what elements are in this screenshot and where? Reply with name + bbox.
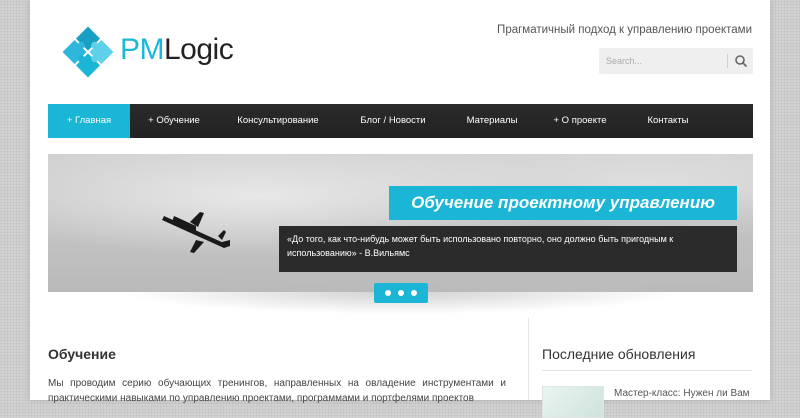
hero-slider[interactable]: Обучение проектному управлению «До того,… — [48, 154, 753, 292]
slider-dot-1[interactable] — [385, 290, 391, 296]
sidebar-item-link[interactable]: Мастер-класс: Нужен ли Вам — [614, 388, 750, 399]
search-box — [599, 48, 753, 74]
logo-text: PMLogic — [120, 32, 234, 68]
sidebar-title-updates: Последние обновления — [542, 346, 696, 362]
nav-item-consulting[interactable]: Консультирование — [218, 104, 338, 138]
slider-dot-2[interactable] — [398, 290, 404, 296]
logo-text-logic: Logic — [164, 33, 234, 66]
site-container: PMLogic Прагматичный подход к управлению… — [30, 0, 770, 418]
search-icon[interactable] — [731, 51, 751, 71]
search-divider — [727, 54, 728, 68]
nav-item-blog[interactable]: Блог / Новости — [338, 104, 448, 138]
main-nav: + Главная + Обучение Консультирование Бл… — [48, 104, 753, 138]
nav-item-about[interactable]: + О проекте — [536, 104, 624, 138]
airplane-image — [162, 212, 230, 253]
nav-item-training[interactable]: + Обучение — [130, 104, 218, 138]
puzzle-logo-icon — [62, 26, 114, 78]
sidebar-item-thumbnail[interactable] — [542, 386, 604, 418]
column-divider — [528, 318, 529, 400]
nav-item-contacts[interactable]: Контакты — [624, 104, 712, 138]
slider-pagination — [374, 283, 428, 303]
slide-title: Обучение проектному управлению — [389, 186, 737, 220]
sidebar-title-underline — [542, 370, 752, 371]
slide-quote: «До того, как что-нибудь может быть испо… — [279, 226, 737, 272]
search-input[interactable] — [603, 51, 727, 71]
nav-item-materials[interactable]: Материалы — [448, 104, 536, 138]
slider-dot-3[interactable] — [411, 290, 417, 296]
logo-text-pm: PM — [120, 33, 165, 66]
site-logo[interactable]: PMLogic — [60, 24, 250, 80]
nav-item-home[interactable]: + Главная — [48, 104, 130, 138]
site-tagline: Прагматичный подход к управлению проекта… — [497, 24, 752, 36]
section-title-training: Обучение — [48, 346, 116, 362]
page: PMLogic Прагматичный подход к управлению… — [0, 0, 800, 418]
section-text-training: Мы проводим серию обучающих тренингов, н… — [48, 378, 506, 404]
